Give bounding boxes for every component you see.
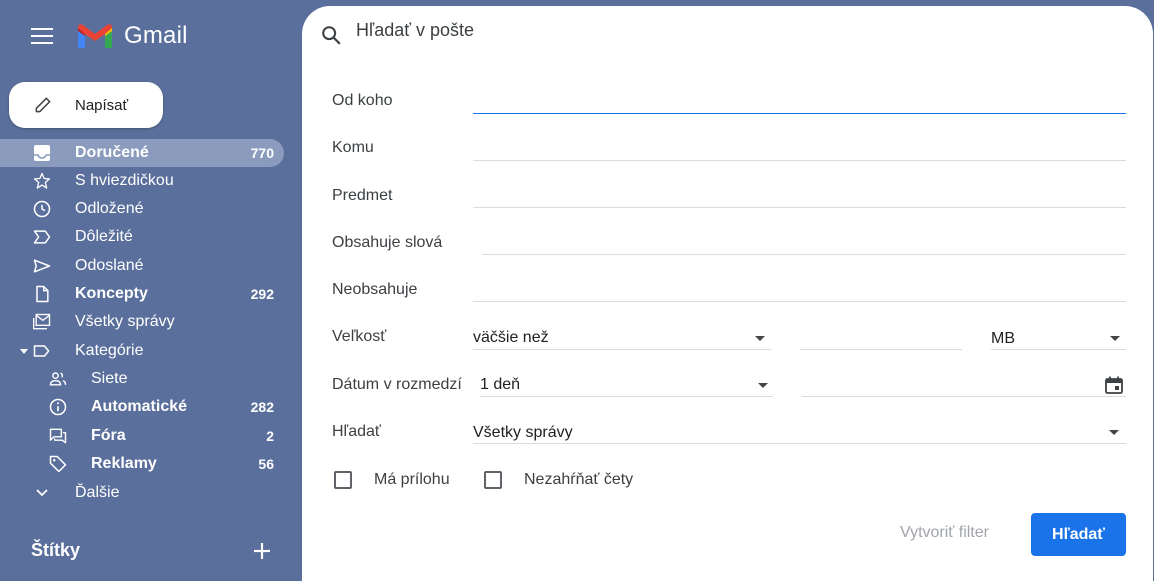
calendar-icon[interactable] — [1104, 375, 1124, 395]
gmail-logo[interactable]: Gmail — [76, 22, 188, 50]
nav-label: S hviezdičkou — [75, 172, 174, 189]
date-value-underline — [802, 396, 1126, 397]
pencil-icon — [35, 97, 51, 113]
nav-label: Odoslané — [75, 257, 144, 274]
to-label: Komu — [332, 139, 374, 156]
nav-item-updates[interactable]: Automatické 282 — [0, 393, 284, 421]
no-words-field[interactable] — [473, 301, 1126, 302]
dropdown-caret-icon — [1110, 336, 1120, 341]
nav-label: Fóra — [91, 427, 126, 444]
compose-label: Napísať — [75, 96, 129, 114]
send-icon — [32, 256, 52, 276]
date-label: Dátum v rozmedzí — [332, 376, 462, 393]
nav-item-starred[interactable]: S hviezdičkou — [0, 167, 284, 195]
nav-label: Ďalšie — [75, 484, 120, 501]
size-operator-underline — [473, 349, 771, 350]
nav-label: Dôležité — [75, 228, 133, 245]
nav-label: Všetky správy — [75, 313, 175, 330]
chevron-down-icon — [32, 483, 52, 503]
menu-icon-bar — [31, 42, 53, 44]
dropdown-caret-icon — [755, 336, 765, 341]
add-label-icon[interactable] — [252, 541, 272, 561]
nav-count: 770 — [250, 145, 274, 161]
info-icon — [48, 397, 68, 417]
nav-item-more[interactable]: Ďalšie — [0, 479, 284, 507]
search-icon[interactable] — [320, 24, 342, 46]
app-name: Gmail — [124, 22, 188, 49]
nav-label: Doručené — [75, 144, 149, 161]
search-in-value: Všetky správy — [473, 424, 573, 441]
nav-label: Reklamy — [91, 455, 157, 472]
search-bar — [302, 6, 1153, 62]
nav-item-forums[interactable]: Fóra 2 — [0, 422, 284, 450]
dropdown-caret-icon — [758, 383, 768, 388]
dropdown-caret-icon — [1109, 430, 1119, 435]
search-in-underline — [473, 443, 1126, 444]
menu-icon-bar — [31, 35, 53, 37]
all-mail-icon — [32, 312, 52, 332]
search-in-label: Hľadať — [332, 423, 381, 440]
main-menu-button[interactable] — [31, 28, 53, 44]
nav-label: Odložené — [75, 200, 144, 217]
search-button[interactable]: Hľadať — [1031, 513, 1126, 556]
no-words-label: Neobsahuje — [332, 281, 418, 298]
size-operator-value: väčšie než — [473, 329, 549, 346]
nav-item-categories[interactable]: Kategórie — [0, 337, 284, 365]
exclude-chats-label: Nezahŕňať čety — [524, 471, 634, 488]
has-words-label: Obsahuje slová — [332, 234, 443, 251]
compose-button[interactable]: Napísať — [9, 82, 163, 128]
nav-item-social[interactable]: Siete — [0, 365, 284, 393]
people-icon — [48, 369, 68, 389]
forum-icon — [48, 426, 68, 446]
gmail-m-icon — [78, 24, 112, 48]
caret-down-icon — [14, 341, 34, 361]
date-range-underline — [480, 396, 773, 397]
nav-count: 292 — [250, 286, 274, 302]
size-unit-value: MB — [991, 330, 1015, 347]
clock-icon — [32, 199, 52, 219]
nav-item-all-mail[interactable]: Všetky správy — [0, 308, 284, 336]
size-unit-underline — [991, 349, 1126, 350]
nav-count: 2 — [266, 428, 274, 444]
nav-label: Siete — [91, 370, 128, 387]
nav-item-sent[interactable]: Odoslané — [0, 252, 284, 280]
nav-count: 56 — [258, 456, 274, 472]
menu-icon-bar — [31, 28, 53, 30]
nav-item-drafts[interactable]: Koncepty 292 — [0, 280, 284, 308]
from-label: Od koho — [332, 92, 393, 109]
has-words-field[interactable] — [482, 254, 1126, 255]
inbox-icon — [32, 143, 52, 163]
from-field[interactable] — [473, 113, 1126, 114]
nav-count: 282 — [250, 399, 274, 415]
draft-icon — [32, 284, 52, 304]
size-value-underline — [800, 349, 962, 350]
has-attachment-checkbox[interactable] — [334, 471, 352, 489]
tag-icon — [48, 454, 68, 474]
subject-label: Predmet — [332, 187, 393, 204]
nav-label: Koncepty — [75, 285, 148, 302]
nav-label: Automatické — [91, 398, 188, 415]
nav-item-important[interactable]: Dôležité — [0, 223, 284, 251]
nav-item-promotions[interactable]: Reklamy 56 — [0, 450, 284, 478]
nav-item-inbox[interactable]: Doručené 770 — [0, 139, 284, 167]
advanced-search-panel: Od koho Komu Predmet Obsahuje slová Neob… — [302, 62, 1153, 581]
date-range-value: 1 deň — [480, 376, 521, 393]
exclude-chats-checkbox[interactable] — [484, 471, 502, 489]
to-field[interactable] — [473, 160, 1126, 161]
labels-heading: Štítky — [31, 540, 81, 560]
star-icon — [32, 171, 52, 191]
search-input[interactable] — [356, 20, 1056, 41]
nav-item-snoozed[interactable]: Odložené — [0, 195, 284, 223]
label-icon — [32, 341, 52, 361]
has-attachment-label: Má prílohu — [374, 471, 450, 488]
subject-field[interactable] — [473, 207, 1126, 208]
size-label: Veľkosť — [332, 328, 387, 345]
create-filter-button[interactable]: Vytvoriť filter — [900, 524, 989, 542]
nav-label: Kategórie — [75, 342, 144, 359]
important-icon — [32, 227, 52, 247]
